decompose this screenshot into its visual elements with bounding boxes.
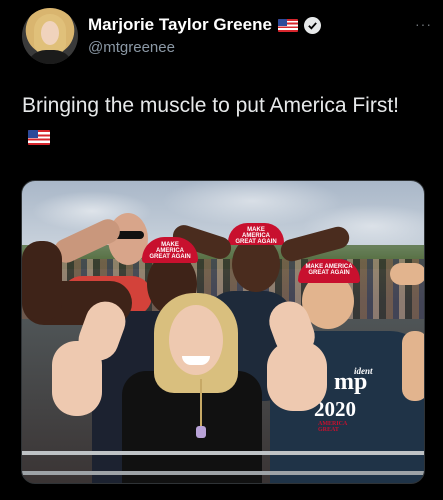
shirt-text-bottom: AMERICA GREAT	[318, 421, 348, 433]
tweet-text: Bringing the muscle to put America First…	[22, 90, 422, 154]
shirt-text-word: mp	[334, 369, 368, 395]
author-handle[interactable]: @mtgreenee	[88, 39, 175, 56]
hat-text: MAKE AMERICA GREAT AGAIN	[305, 264, 353, 276]
us-flag-icon	[28, 130, 50, 145]
tweet-header: Marjorie Taylor Greene @mtgreenee ···	[22, 8, 432, 64]
us-flag-icon	[277, 18, 298, 32]
tweet-photo[interactable]: MAKE AMERICA GREAT AGAIN ident mp 2020 A…	[21, 180, 425, 484]
author-name-row: Marjorie Taylor Greene	[88, 15, 321, 35]
photo-fence	[22, 451, 424, 455]
more-options-icon[interactable]: ···	[415, 16, 432, 32]
avatar-face	[41, 21, 59, 45]
verified-icon	[303, 16, 321, 34]
photo-fence	[22, 471, 424, 475]
author-avatar[interactable]	[22, 8, 78, 64]
tweet-body: Bringing the muscle to put America First…	[22, 94, 399, 117]
avatar-shoulders	[26, 50, 74, 64]
hat-text: MAKE AMERICA GREAT AGAIN	[149, 242, 191, 260]
author-name[interactable]: Marjorie Taylor Greene	[88, 15, 272, 35]
hat-text: MAKE AMERICA GREAT AGAIN	[235, 227, 277, 245]
